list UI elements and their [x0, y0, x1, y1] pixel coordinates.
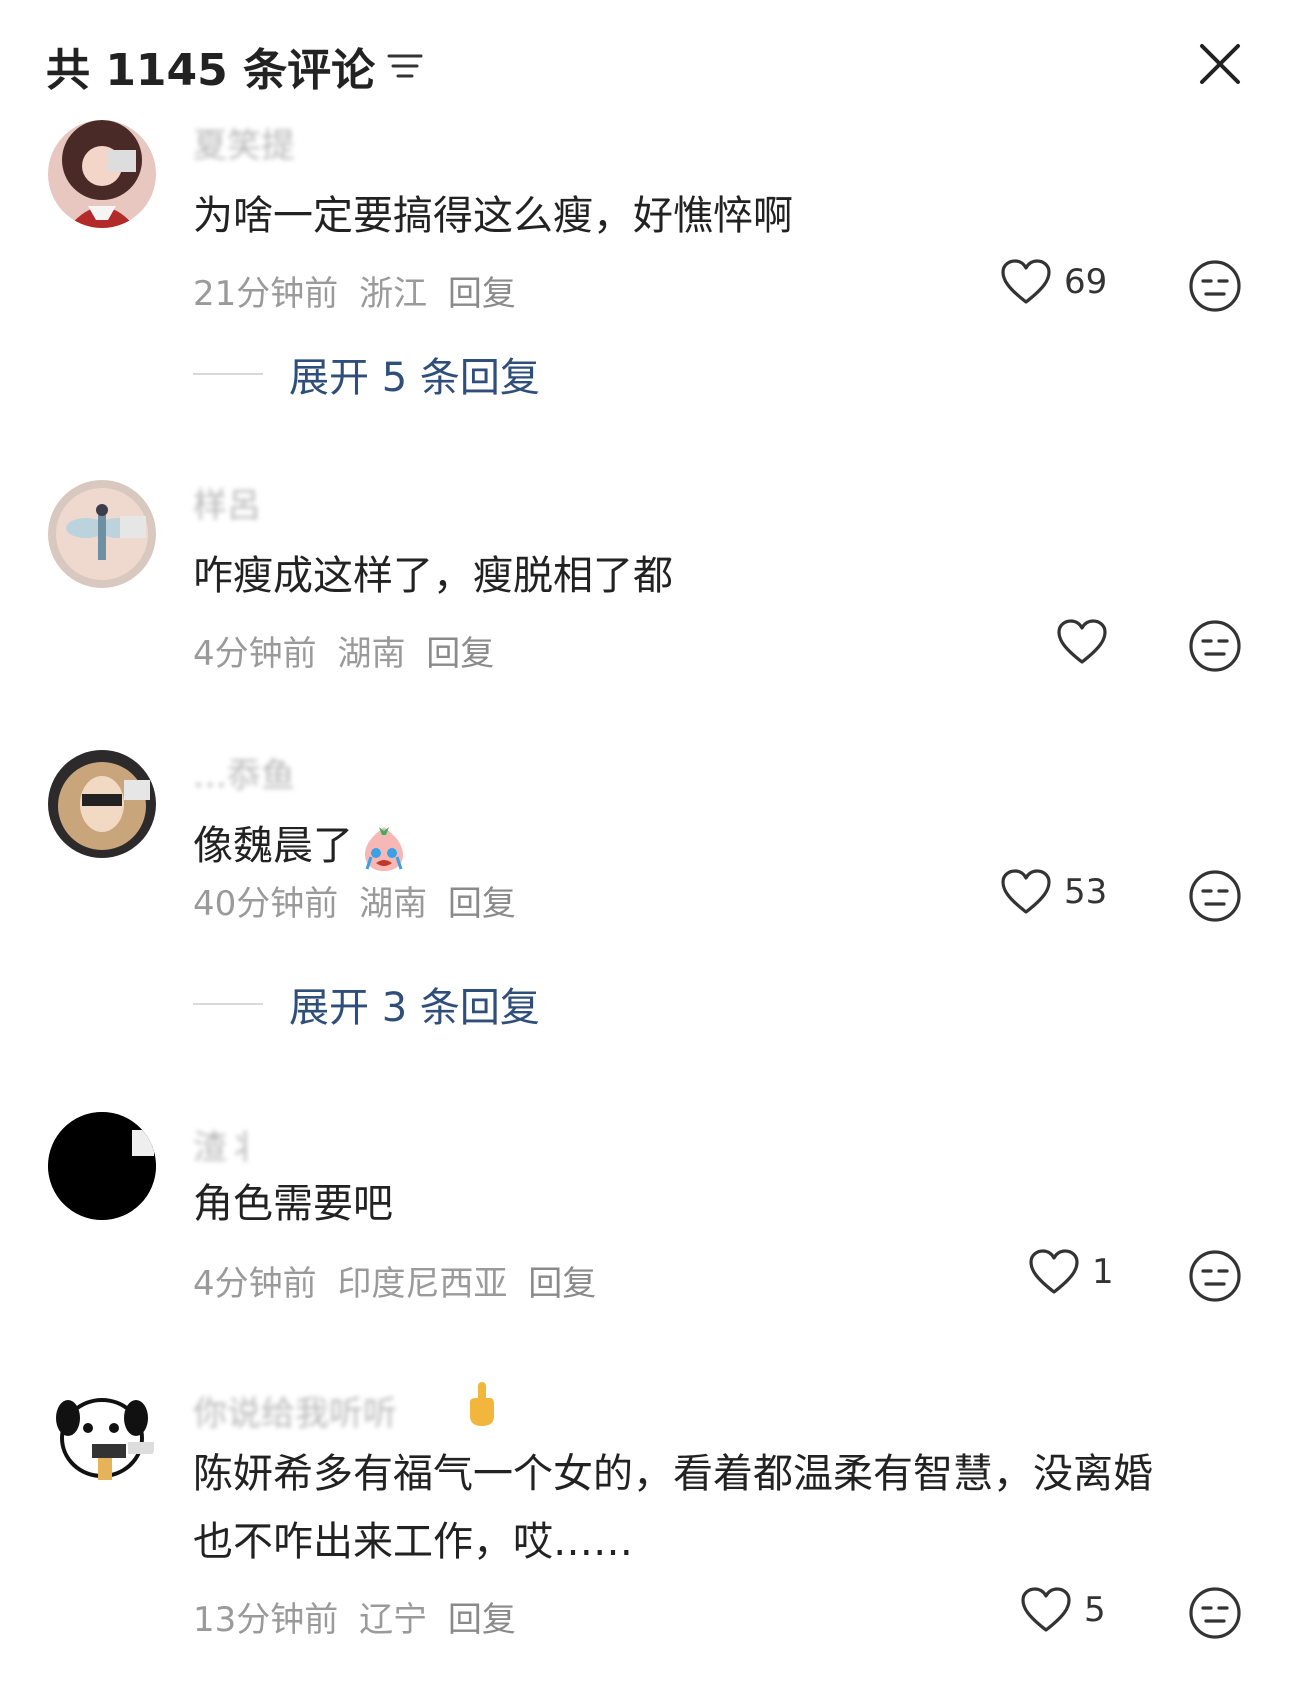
comment-meta: 4分钟前 湖南 回复 [193, 626, 504, 675]
dislike-face-icon[interactable] [1188, 1586, 1242, 1640]
comment-location: 辽宁 [359, 1600, 428, 1640]
comment-meta: 21分钟前 浙江 回复 [193, 266, 526, 315]
comments-title: 共 1145 条评论 [46, 34, 425, 98]
crying-face-emoji-icon [365, 827, 403, 871]
expand-replies-button[interactable]: 展开 5 条回复 [193, 345, 540, 403]
comment-meta: 4分钟前 印度尼西亚 回复 [193, 1256, 606, 1305]
username-text: 你说给我听听 [193, 1394, 397, 1434]
reply-button[interactable]: 回复 [528, 1264, 596, 1304]
reply-button[interactable]: 回复 [448, 1600, 516, 1640]
comment-location: 湖南 [359, 884, 428, 924]
comment-location: 湖南 [337, 634, 406, 674]
like-count: 5 [1084, 1590, 1106, 1630]
expand-replies-label: 展开 3 条回复 [289, 985, 540, 1031]
comment-meta: 13分钟前 辽宁 回复 [193, 1592, 526, 1641]
like-count: 69 [1064, 262, 1108, 302]
heart-icon [1001, 259, 1051, 304]
comment-text-line-1: 陈妍希多有福气一个女的，看着都温柔有智慧，没离婚 [193, 1451, 1153, 1497]
comment-location: 浙江 [359, 274, 428, 314]
avatar[interactable] [48, 750, 156, 858]
comment-time: 4分钟前 [193, 634, 317, 674]
dislike-face-icon[interactable] [1188, 869, 1242, 923]
dislike-face-icon[interactable] [1188, 619, 1242, 673]
pointing-hand-emoji-icon [470, 1382, 494, 1426]
reply-button[interactable]: 回复 [448, 884, 516, 924]
username[interactable]: 渣丬 [193, 1120, 261, 1169]
comment-text: 陈妍希多有福气一个女的，看着都温柔有智慧，没离婚 也不咋出来工作，哎…… [193, 1440, 1233, 1576]
avatar[interactable] [48, 1382, 156, 1490]
heart-icon [1029, 1249, 1079, 1294]
comment-text-line-2: 也不咋出来工作，哎…… [193, 1519, 633, 1565]
heart-icon [1021, 1587, 1071, 1632]
expand-replies-button[interactable]: 展开 3 条回复 [193, 975, 540, 1033]
username[interactable]: …忝鱼 [193, 748, 295, 797]
like-button[interactable]: 69 [1000, 258, 1107, 306]
like-button[interactable]: 5 [1020, 1586, 1106, 1634]
close-x-icon[interactable] [1196, 40, 1244, 88]
comment-time: 4分钟前 [193, 1264, 317, 1304]
like-count: 1 [1092, 1252, 1114, 1292]
like-button[interactable] [1056, 618, 1120, 666]
comment-text: 角色需要吧 [193, 1181, 393, 1227]
username[interactable]: 夏笑提 [193, 118, 295, 167]
like-count: 53 [1064, 872, 1108, 912]
comment-location: 印度尼西亚 [337, 1264, 508, 1304]
divider-line [193, 373, 263, 375]
comments-count-title: 共 1145 条评论 [46, 45, 376, 96]
username[interactable]: 样呂 [193, 478, 261, 527]
reply-button[interactable]: 回复 [448, 274, 516, 314]
heart-icon [1001, 869, 1051, 914]
comment-time: 13分钟前 [193, 1600, 339, 1640]
divider-line [193, 1003, 263, 1005]
like-button[interactable]: 53 [1000, 868, 1107, 916]
comment-meta: 40分钟前 湖南 回复 [193, 876, 526, 925]
expand-replies-label: 展开 5 条回复 [289, 355, 540, 401]
like-button[interactable]: 1 [1028, 1248, 1114, 1296]
filter-lines-icon[interactable] [385, 48, 425, 84]
comments-header: 共 1145 条评论 [0, 0, 1290, 120]
comment-text: 为啥一定要搞得这么瘦，好憔悴啊 [193, 193, 793, 239]
dislike-face-icon[interactable] [1188, 259, 1242, 313]
comment-text: 咋瘦成这样了，瘦脱相了都 [193, 553, 673, 599]
comment-text-body: 像魏晨了 [193, 823, 353, 869]
avatar[interactable] [48, 480, 156, 588]
comment-time: 40分钟前 [193, 884, 339, 924]
avatar[interactable] [48, 120, 156, 228]
username[interactable]: 你说给我听听 [193, 1386, 397, 1435]
heart-icon [1057, 619, 1107, 664]
reply-button[interactable]: 回复 [426, 634, 494, 674]
avatar[interactable] [48, 1112, 156, 1220]
comment-time: 21分钟前 [193, 274, 339, 314]
dislike-face-icon[interactable] [1188, 1249, 1242, 1303]
